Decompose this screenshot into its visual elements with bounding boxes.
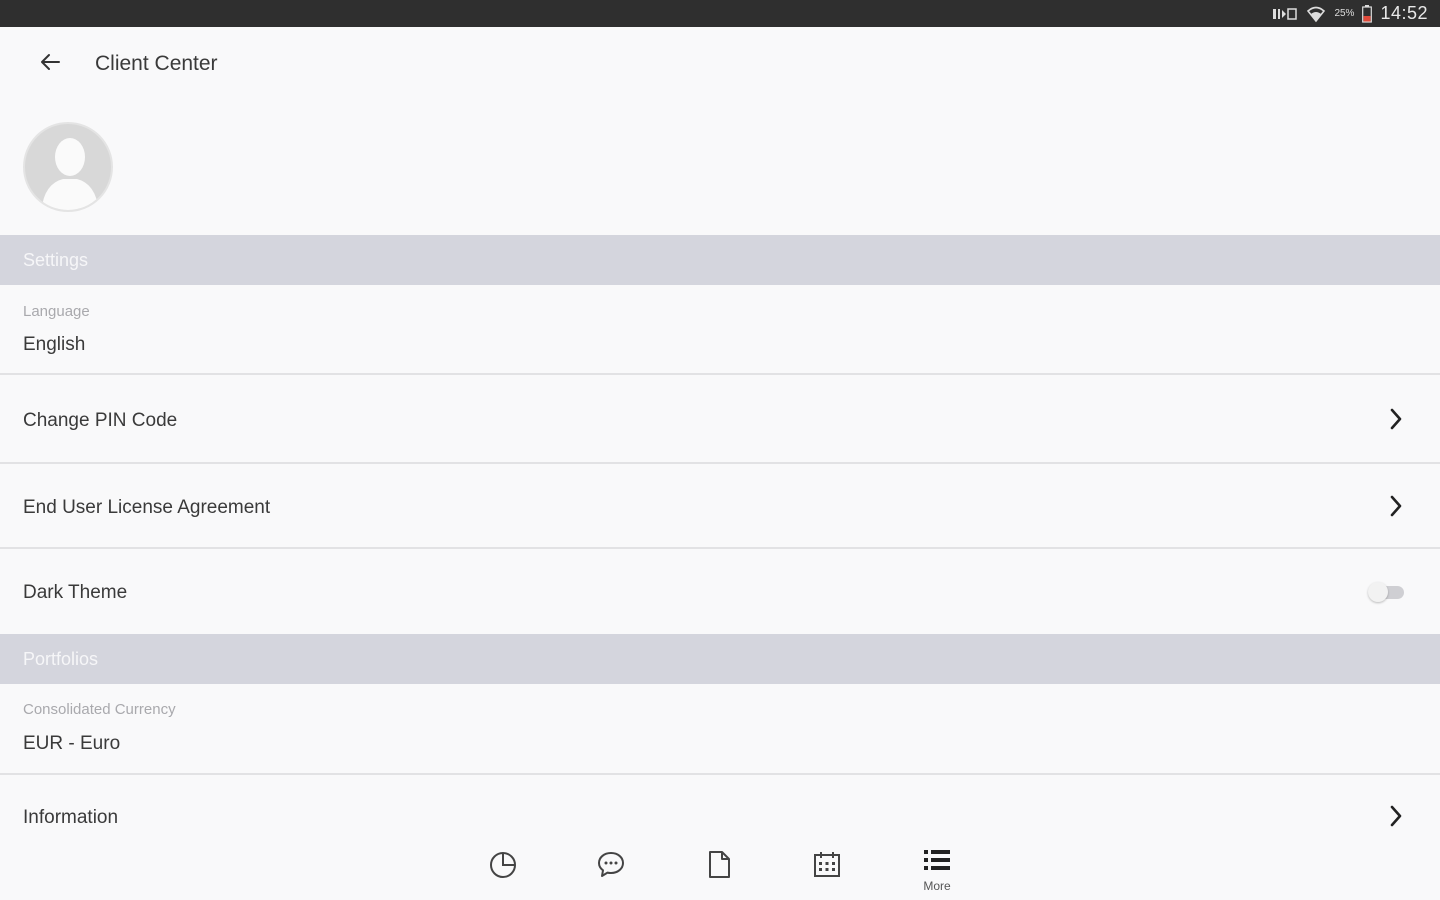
settings-section-header: Settings <box>0 235 1440 285</box>
app-header: Client Center <box>0 27 1440 103</box>
arrow-left-icon <box>39 53 61 76</box>
battery-percent: 25% <box>1334 8 1355 19</box>
chevron-right-icon <box>1386 406 1406 432</box>
language-label: Language <box>23 303 90 320</box>
language-value: English <box>23 334 86 355</box>
nfc-icon <box>1272 7 1298 21</box>
change-pin-label: Change PIN Code <box>23 410 178 431</box>
information-label: Information <box>23 807 119 828</box>
status-time: 14:52 <box>1380 3 1428 23</box>
avatar[interactable] <box>23 122 113 212</box>
page-title: Client Center <box>95 52 218 75</box>
pie-chart-icon <box>487 848 519 885</box>
change-pin-row[interactable]: Change PIN Code <box>0 375 1440 464</box>
information-row[interactable]: Information <box>0 775 1440 838</box>
dark-theme-label: Dark Theme <box>23 582 128 603</box>
list-menu-icon <box>921 848 953 881</box>
status-bar: 25% 14:52 <box>0 0 1440 27</box>
currency-value: EUR - Euro <box>23 733 121 754</box>
language-row[interactable]: Language English <box>0 285 1440 375</box>
portfolios-section-header: Portfolios <box>0 634 1440 684</box>
settings-section-title: Settings <box>23 249 89 270</box>
battery-icon <box>1362 4 1373 23</box>
nav-calendar[interactable] <box>797 848 857 896</box>
dark-theme-toggle[interactable] <box>1368 582 1406 602</box>
nav-more-label: More <box>923 879 951 893</box>
currency-label: Consolidated Currency <box>23 701 176 718</box>
nav-documents[interactable] <box>689 848 749 896</box>
wifi-icon <box>1306 5 1326 23</box>
eula-label: End User License Agreement <box>23 497 271 518</box>
bottom-navigation: More <box>0 838 1440 900</box>
person-silhouette-icon <box>25 138 111 210</box>
nav-portfolio[interactable] <box>473 848 533 896</box>
currency-row[interactable]: Consolidated Currency EUR - Euro <box>0 684 1440 775</box>
nav-more[interactable]: More <box>907 848 967 896</box>
document-icon <box>703 848 735 885</box>
back-button[interactable] <box>30 49 70 79</box>
chat-bubble-icon <box>595 848 627 885</box>
chevron-right-icon <box>1386 803 1406 829</box>
nav-messages[interactable] <box>581 848 641 896</box>
toggle-knob <box>1368 582 1388 602</box>
calendar-icon <box>811 848 843 885</box>
chevron-right-icon <box>1386 493 1406 519</box>
dark-theme-row: Dark Theme <box>0 549 1440 634</box>
eula-row[interactable]: End User License Agreement <box>0 464 1440 549</box>
portfolios-section-title: Portfolios <box>23 648 99 669</box>
